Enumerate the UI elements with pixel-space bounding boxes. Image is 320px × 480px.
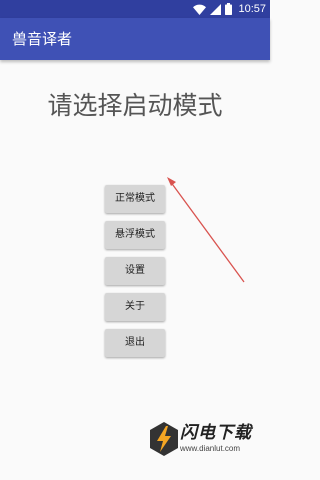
about-button[interactable]: 关于: [105, 293, 165, 321]
floating-mode-button[interactable]: 悬浮模式: [105, 221, 165, 249]
lightning-logo-icon: [150, 422, 178, 456]
watermark-name: 闪电下载: [180, 423, 252, 443]
wifi-icon: [193, 4, 207, 15]
exit-button[interactable]: 退出: [105, 329, 165, 357]
status-bar: 10:57: [0, 0, 270, 18]
status-time: 10:57: [238, 3, 266, 15]
app-bar: 兽音译者: [0, 18, 270, 60]
status-icons: 10:57: [193, 2, 266, 16]
watermark-url: www.dianlut.com: [180, 444, 241, 453]
page-title: 请选择启动模式: [47, 91, 223, 120]
settings-button[interactable]: 设置: [105, 257, 165, 285]
signal-icon: [210, 3, 222, 15]
app-title: 兽音译者: [12, 30, 73, 48]
battery-icon: [225, 3, 233, 15]
watermark: 闪电下载 www.dianlut.com: [150, 422, 266, 460]
normal-mode-button[interactable]: 正常模式: [105, 185, 165, 213]
